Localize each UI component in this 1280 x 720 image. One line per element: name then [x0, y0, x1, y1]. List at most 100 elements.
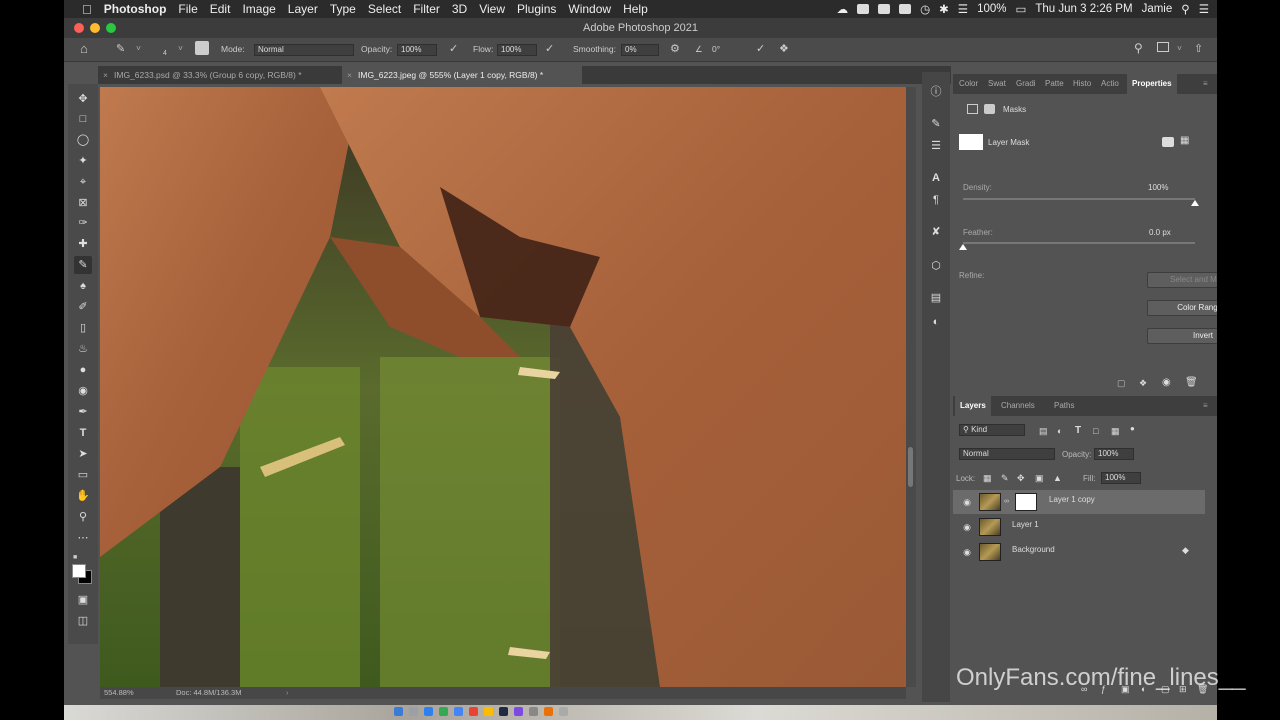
path-selection-tool-icon[interactable]: ➤ — [74, 445, 92, 463]
settings-icon[interactable] — [529, 707, 538, 716]
foreground-color-swatch[interactable] — [72, 564, 86, 578]
share-icon[interactable]: ⇧ — [1194, 42, 1203, 55]
menu-help[interactable]: Help — [617, 2, 654, 16]
minimize-window-button[interactable] — [90, 23, 100, 33]
layer-row-layer-1-copy[interactable]: ◉ ∞ Layer 1 copy — [953, 490, 1205, 514]
pen-tool-icon[interactable]: ✒ — [74, 403, 92, 421]
layer-name[interactable]: Layer 1 copy — [1049, 495, 1095, 504]
chevron-right-icon[interactable]: › — [286, 687, 289, 699]
layer-name[interactable]: Background — [1012, 545, 1055, 554]
filter-shape-icon[interactable]: □ — [1093, 426, 1098, 436]
status-app-icon-2[interactable] — [878, 4, 891, 14]
delete-mask-icon[interactable]: 🗑 — [1185, 377, 1198, 388]
photoshop-icon[interactable] — [499, 707, 508, 716]
dodge-tool-icon[interactable]: ◉ — [74, 382, 92, 400]
brush-tool-icon[interactable]: ✎ — [74, 256, 92, 274]
eraser-tool-icon[interactable]: ▯ — [74, 319, 92, 337]
user-name[interactable]: Jamie — [1142, 3, 1173, 15]
marquee-tool-icon[interactable]: □ — [74, 110, 92, 128]
chevron-down-icon[interactable]: ˅ — [1177, 43, 1182, 53]
lasso-tool-icon[interactable]: ◯ — [74, 131, 92, 149]
app-icon[interactable] — [514, 707, 523, 716]
history-brush-tool-icon[interactable]: ✐ — [74, 298, 92, 316]
info-icon[interactable]: ⓘ — [928, 84, 944, 100]
tab-swatches[interactable]: Swat — [988, 74, 1006, 94]
bluetooth-icon[interactable]: ✱ — [939, 2, 949, 16]
zoom-window-button[interactable] — [106, 23, 116, 33]
panel-menu-icon[interactable]: ≡ — [1203, 396, 1208, 416]
layer-opacity-field[interactable]: 100% — [1094, 448, 1134, 460]
pressure-size-icon[interactable]: ✓ — [756, 42, 765, 55]
feather-slider-knob[interactable] — [959, 244, 967, 250]
filter-pixel-icon[interactable]: ▤ — [1039, 426, 1048, 437]
menu-layer[interactable]: Layer — [282, 2, 324, 16]
status-app-icon[interactable] — [857, 4, 870, 14]
mail-icon[interactable] — [454, 707, 463, 716]
chevron-down-icon[interactable]: ˅ — [136, 43, 141, 53]
layer-filter-kind[interactable]: ⚲ Kind — [959, 424, 1025, 436]
screen-mode-icon[interactable]: ◫ — [74, 612, 92, 630]
launchpad-icon[interactable] — [409, 707, 418, 716]
layer-row-layer-1[interactable]: ◉ Layer 1 — [953, 515, 1205, 539]
tab-document-1[interactable]: × IMG_6233.psd @ 33.3% (Group 6 copy, RG… — [98, 66, 338, 84]
app-icon[interactable] — [544, 707, 553, 716]
menu-image[interactable]: Image — [236, 2, 281, 16]
menu-3d[interactable]: 3D — [446, 2, 473, 16]
blend-mode-select[interactable]: Normal — [959, 448, 1055, 460]
invert-button[interactable]: Invert — [1147, 328, 1217, 344]
density-slider[interactable] — [963, 198, 1195, 200]
blur-tool-icon[interactable]: ● — [74, 361, 92, 379]
status-app-icon-3[interactable] — [899, 4, 912, 14]
lock-position-icon[interactable]: ✥ — [1017, 473, 1025, 484]
visibility-eye-icon[interactable]: ◉ — [961, 521, 973, 533]
visibility-eye-icon[interactable]: ◉ — [961, 546, 973, 558]
tab-gradients[interactable]: Gradi — [1016, 74, 1036, 94]
mode-select[interactable]: Normal — [254, 44, 354, 56]
gear-icon[interactable]: ⚙ — [670, 42, 680, 55]
layer-row-background[interactable]: ◉ Background ◆ — [953, 540, 1205, 564]
home-icon[interactable]: ⌂ — [80, 41, 88, 56]
pixel-mask-icon[interactable] — [967, 104, 978, 114]
angle-value[interactable]: 0° — [712, 44, 720, 54]
layer-mask-thumbnail[interactable] — [1015, 493, 1037, 511]
paragraph-icon[interactable]: ¶ — [928, 192, 944, 208]
select-and-mask-button[interactable]: Select and Mask... — [1147, 272, 1217, 288]
healing-brush-tool-icon[interactable]: ✚ — [74, 235, 92, 253]
lock-image-icon[interactable]: ✎ — [1001, 473, 1009, 484]
trash-icon[interactable] — [559, 707, 568, 716]
menu-type[interactable]: Type — [324, 2, 362, 16]
filter-toggle-icon[interactable]: ● — [1130, 424, 1135, 433]
quick-mask-icon[interactable]: ▣ — [74, 591, 92, 609]
close-icon[interactable]: × — [347, 66, 352, 84]
opacity-field[interactable]: 100% — [397, 44, 437, 56]
symmetry-icon[interactable]: ❖ — [779, 42, 789, 55]
menu-file[interactable]: File — [172, 2, 203, 16]
tab-channels[interactable]: Channels — [1001, 396, 1035, 416]
fill-field[interactable]: 100% — [1101, 472, 1141, 484]
creative-cloud-icon[interactable]: ☁ — [837, 2, 849, 16]
feather-slider[interactable] — [963, 242, 1195, 244]
apple-icon[interactable]:  — [64, 2, 98, 17]
filter-smart-object-icon[interactable]: ▦ — [1111, 426, 1120, 437]
tab-properties[interactable]: Properties — [1127, 74, 1177, 94]
brush-tool-preset-icon[interactable]: ✎ — [116, 42, 125, 55]
density-value[interactable]: 100% — [1148, 183, 1168, 192]
link-icon[interactable]: ∞ — [1004, 498, 1009, 505]
lock-all-icon[interactable]: ▲ — [1053, 473, 1062, 483]
tab-histogram[interactable]: Histo — [1073, 74, 1091, 94]
apply-mask-icon[interactable]: ❖ — [1139, 378, 1147, 389]
time-machine-icon[interactable]: ◷ — [920, 2, 930, 16]
safari-icon[interactable] — [424, 707, 433, 716]
calendar-icon[interactable] — [469, 707, 478, 716]
layer-name[interactable]: Layer 1 — [1012, 520, 1039, 529]
menu-edit[interactable]: Edit — [204, 2, 237, 16]
menu-app-name[interactable]: Photoshop — [98, 2, 173, 16]
menu-select[interactable]: Select — [362, 2, 407, 16]
control-center-icon[interactable]: ☰ — [1199, 2, 1209, 16]
flow-field[interactable]: 100% — [497, 44, 537, 56]
panel-menu-icon[interactable]: ≡ — [1203, 74, 1208, 94]
menu-plugins[interactable]: Plugins — [511, 2, 562, 16]
brush-settings-icon[interactable] — [195, 41, 209, 55]
close-window-button[interactable] — [74, 23, 84, 33]
move-tool-icon[interactable]: ✥ — [74, 90, 92, 108]
